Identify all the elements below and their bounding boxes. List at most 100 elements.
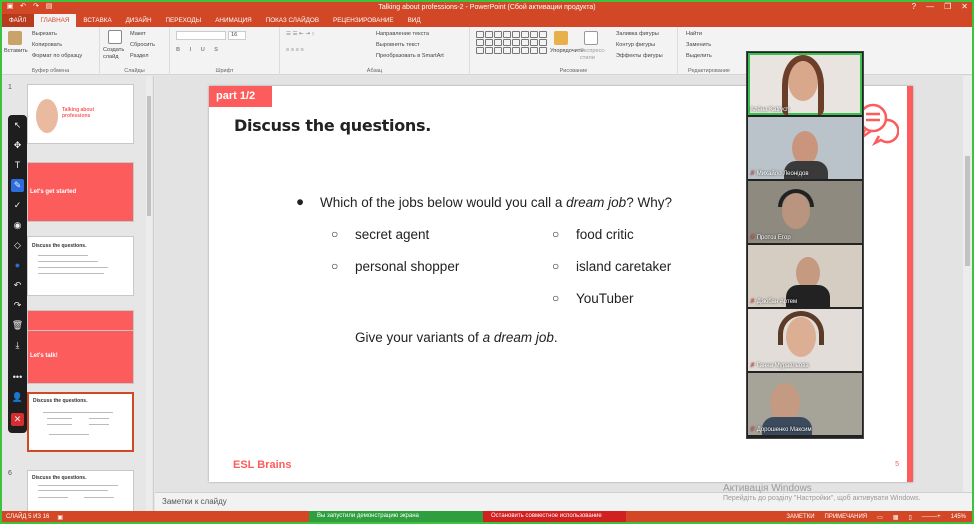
- editor-scrollbar[interactable]: [963, 76, 972, 492]
- stop-sharing-button[interactable]: Остановить совместное использование: [483, 511, 626, 522]
- new-slide-icon[interactable]: [108, 30, 122, 44]
- window-title: Talking about professions-2 - PowerPoint…: [378, 4, 596, 11]
- quick-styles-icon[interactable]: [584, 31, 598, 45]
- slide-thumbnail-2[interactable]: Let's get started: [27, 162, 134, 222]
- more-icon[interactable]: •••: [11, 371, 24, 384]
- paste-button[interactable]: Вставить: [4, 48, 28, 55]
- notes-toggle[interactable]: ЗАМЕТКИ: [786, 514, 814, 521]
- participant-name: Ганна Муравльова: [756, 363, 809, 369]
- participant-tile[interactable]: ✗ Дзюбан Артем: [748, 245, 862, 307]
- text-tool-icon[interactable]: T: [11, 159, 24, 172]
- layout-button[interactable]: Макет: [130, 31, 146, 38]
- thumbnail-title: Let's get started: [30, 189, 77, 195]
- font-size-input[interactable]: 16: [228, 31, 246, 40]
- option-item: ○ YouTuber: [552, 291, 634, 306]
- close-button[interactable]: ✕: [961, 2, 968, 11]
- replace-button[interactable]: Заменить: [686, 42, 711, 49]
- option-item: ○ food critic: [552, 227, 634, 242]
- trash-icon[interactable]: 🗑: [11, 319, 24, 332]
- new-slide-button[interactable]: Создать слайд: [103, 47, 127, 61]
- question-part: Which of the jobs below would you call a: [320, 195, 567, 210]
- tab-slideshow[interactable]: ПОКАЗ СЛАЙДОВ: [259, 14, 326, 27]
- variants-text: Give your variants of a dream job.: [355, 330, 558, 345]
- redo-icon[interactable]: ↷: [11, 299, 24, 312]
- find-button[interactable]: Найти: [686, 31, 702, 38]
- reset-button[interactable]: Сбросить: [130, 42, 155, 49]
- circle-bullet-icon: ○: [552, 291, 560, 305]
- tab-design[interactable]: ДИЗАЙН: [119, 14, 159, 27]
- slide-thumbnail-3[interactable]: Discuss the questions.: [27, 236, 134, 296]
- participant-tile[interactable]: ✗ Ганна Муравльова: [748, 309, 862, 371]
- shape-fill-button[interactable]: Заливка фигуры: [616, 31, 659, 38]
- font-name-input[interactable]: [176, 31, 226, 40]
- font-group: 16 B I U S Шрифт: [170, 27, 280, 75]
- help-button[interactable]: ?: [912, 2, 916, 11]
- pointer-icon[interactable]: ↖: [11, 119, 24, 132]
- tab-file[interactable]: ФАЙЛ: [2, 14, 34, 27]
- tab-transitions[interactable]: ПЕРЕХОДЫ: [159, 14, 209, 27]
- cut-button[interactable]: Вырезать: [32, 31, 57, 38]
- title-bar: ▣ ↶ ↷ ▤ Talking about professions-2 - Po…: [2, 2, 972, 14]
- slide-thumbnail-1[interactable]: Talking about professions: [27, 84, 134, 144]
- slide-thumbnail-5[interactable]: Let's talk!: [27, 330, 134, 384]
- option-item: ○ secret agent: [331, 227, 429, 242]
- zoom-slider[interactable]: –——+: [922, 514, 941, 521]
- move-icon[interactable]: ✥: [11, 139, 24, 152]
- muted-mic-icon: ✗: [750, 235, 757, 241]
- restore-button[interactable]: ❐: [944, 2, 951, 11]
- color-icon[interactable]: ●: [11, 259, 24, 272]
- smartart-button[interactable]: Преобразовать в SmartArt: [376, 53, 444, 60]
- sorter-view-icon[interactable]: ▦: [893, 514, 899, 521]
- zoom-level[interactable]: 145%: [951, 514, 966, 521]
- tab-insert[interactable]: ВСТАВКА: [76, 14, 118, 27]
- comments-toggle[interactable]: ПРИМЕЧАНИЯ: [825, 514, 868, 521]
- slide-number: 5: [895, 461, 899, 468]
- reading-view-icon[interactable]: ▯: [908, 514, 911, 521]
- option-label: food critic: [576, 227, 634, 242]
- close-annotation-icon[interactable]: ✕: [11, 413, 24, 426]
- download-icon[interactable]: ⤓: [11, 339, 24, 352]
- quick-styles-button[interactable]: Экспресс-стили: [580, 48, 608, 62]
- thumbnail-scrollbar[interactable]: [146, 76, 152, 516]
- paste-icon[interactable]: [8, 31, 22, 45]
- arrange-button[interactable]: Упорядочить: [550, 48, 583, 55]
- eraser-icon[interactable]: ◇: [11, 239, 24, 252]
- spellcheck-icon[interactable]: ▣: [57, 514, 63, 521]
- check-icon[interactable]: ✓: [11, 199, 24, 212]
- slide-counter: СЛАЙД 5 ИЗ 16: [6, 514, 50, 520]
- brand-logo: ESL Brains: [233, 459, 292, 471]
- participant-tile[interactable]: ✗ Дорошенко Максим: [748, 373, 862, 435]
- format-painter-button[interactable]: Формат по образцу: [32, 53, 82, 60]
- spotlight-icon[interactable]: ◉: [11, 219, 24, 232]
- option-label: island caretaker: [576, 259, 672, 274]
- participant-tile[interactable]: Алёна Katrych: [748, 53, 862, 115]
- shapes-gallery[interactable]: [476, 31, 547, 54]
- pen-icon[interactable]: ✎: [11, 179, 24, 192]
- tab-animations[interactable]: АНИМАЦИЯ: [208, 14, 258, 27]
- participant-name: Протоз Егор: [756, 235, 791, 241]
- shape-outline-button[interactable]: Контур фигуры: [616, 42, 655, 49]
- select-button[interactable]: Выделить: [686, 53, 712, 60]
- shape-effects-button[interactable]: Эффекты фигуры: [616, 53, 663, 60]
- tab-review[interactable]: РЕЦЕНЗИРОВАНИЕ: [326, 14, 401, 27]
- normal-view-icon[interactable]: ▭: [877, 514, 883, 521]
- sharing-indicator: Вы запустили демонстрацию экрана: [309, 511, 483, 522]
- participant-tile[interactable]: ✗ Михайло Леонідов: [748, 117, 862, 179]
- arrange-icon[interactable]: [554, 31, 568, 45]
- ribbon-tabs: ФАЙЛ ГЛАВНАЯ ВСТАВКА ДИЗАЙН ПЕРЕХОДЫ АНИ…: [2, 14, 972, 27]
- participants-icon[interactable]: 👤: [11, 391, 24, 404]
- tab-home[interactable]: ГЛАВНАЯ: [33, 14, 77, 27]
- minimize-button[interactable]: —: [926, 2, 934, 11]
- tab-view[interactable]: ВИД: [401, 14, 428, 27]
- text-direction-button[interactable]: Направление текста: [376, 31, 429, 38]
- slide-thumbnail-current[interactable]: Discuss the questions.: [27, 392, 134, 452]
- section-button[interactable]: Раздел: [130, 53, 149, 60]
- paragraph-group-label: Абзац: [366, 68, 383, 74]
- variants-emphasis: a dream job: [482, 330, 554, 345]
- participant-tile[interactable]: ✗ Протоз Егор: [748, 181, 862, 243]
- screen-share-banner: Вы запустили демонстрацию экрана Останов…: [309, 511, 626, 522]
- slide-right-border: [907, 86, 913, 482]
- copy-button[interactable]: Копировать: [32, 42, 62, 49]
- align-text-button[interactable]: Выровнять текст: [376, 42, 420, 49]
- undo-icon[interactable]: ↶: [11, 279, 24, 292]
